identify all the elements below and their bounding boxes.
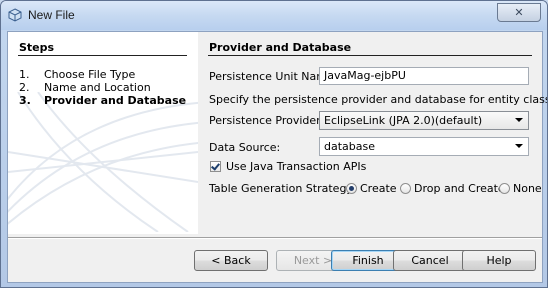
step-number: 3. (19, 94, 31, 107)
step-number: 2. (19, 81, 30, 94)
jta-checkbox[interactable] (210, 161, 221, 172)
radio-drop-and-create[interactable] (400, 183, 411, 194)
checkmark-icon (211, 161, 220, 171)
radio-selected-dot (349, 186, 354, 191)
steps-panel: Steps 1. Choose File Type 2. Name and Loca… (8, 32, 198, 234)
persistence-provider-label: Persistence Provider: (209, 114, 325, 127)
persistence-unit-name-input[interactable]: JavaMag-ejbPU (319, 67, 529, 85)
persistence-provider-value: EclipseLink (JPA 2.0)(default) (324, 114, 483, 127)
help-button[interactable]: Help (462, 250, 536, 271)
steps-heading: Steps (19, 41, 55, 54)
steps-divider (18, 55, 187, 56)
chevron-down-icon (515, 118, 523, 122)
new-file-dialog: New File ✕ Steps 1. Choose File Type 2. … (0, 0, 548, 288)
step-name-and-location: 2. Name and Location (19, 81, 151, 94)
data-source-label: Data Source: (209, 141, 281, 154)
button-bar-divider (8, 237, 542, 239)
radio-none-label[interactable]: None (513, 182, 542, 195)
radio-drop-and-create-label[interactable]: Drop and Create (414, 182, 505, 195)
description-text: Specify the persistence provider and dat… (209, 93, 548, 106)
window-title: New File (28, 8, 75, 22)
content-panel: Provider and Database Persistence Unit N… (199, 32, 547, 234)
watermark-graphic (8, 92, 198, 232)
title-bar[interactable]: New File ✕ (1, 1, 547, 30)
step-number: 1. (19, 68, 30, 81)
data-source-combo[interactable]: database (319, 137, 529, 156)
step-label: Name and Location (44, 81, 151, 94)
chevron-down-icon (515, 144, 523, 148)
table-generation-strategy-label: Table Generation Strategy: (209, 182, 356, 195)
radio-none[interactable] (499, 183, 510, 194)
back-button[interactable]: < Back (194, 250, 268, 271)
step-provider-and-database: 3. Provider and Database (19, 94, 186, 107)
dialog-body: Steps 1. Choose File Type 2. Name and Loca… (7, 31, 547, 283)
close-button[interactable]: ✕ (497, 3, 541, 22)
radio-create-label[interactable]: Create (360, 182, 397, 195)
step-label: Provider and Database (44, 94, 187, 107)
close-icon: ✕ (514, 6, 524, 19)
step-label: Choose File Type (44, 68, 136, 81)
cancel-button[interactable]: Cancel (393, 250, 467, 271)
jta-checkbox-label[interactable]: Use Java Transaction APIs (226, 160, 366, 173)
step-choose-file-type: 1. Choose File Type (19, 68, 135, 81)
radio-create[interactable] (346, 183, 357, 194)
persistence-provider-select[interactable]: EclipseLink (JPA 2.0)(default) (319, 111, 529, 130)
panel-title: Provider and Database (209, 41, 352, 54)
netbeans-cube-icon (8, 8, 22, 22)
data-source-value: database (324, 140, 375, 153)
panel-title-divider (208, 55, 532, 56)
